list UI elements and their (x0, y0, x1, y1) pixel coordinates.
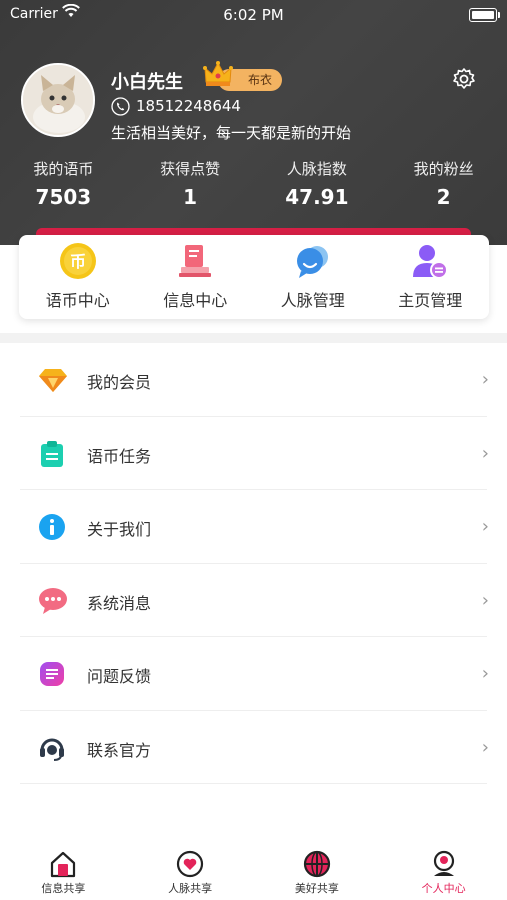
heart-icon (176, 850, 204, 878)
globe-icon (303, 850, 331, 878)
stat-label: 我的语币 (33, 160, 94, 178)
clipboard-icon (38, 440, 66, 468)
menu-item-label: 语币任务 (87, 446, 152, 466)
menu-item-label: 问题反馈 (87, 667, 152, 686)
status-bar: Carrier 6:02 PM (0, 0, 507, 30)
menu-item-contact-official[interactable]: 联系官方 › (0, 711, 507, 784)
tab-network-share[interactable]: 人脉共享 (127, 844, 254, 900)
stats-row: 我的语币 7503 获得点赞 1 人脉指数 47.91 我的粉丝 2 (0, 158, 507, 209)
stat-label: 人脉指数 (286, 160, 347, 178)
chevron-right-icon: › (481, 442, 489, 464)
tab-beauty-share[interactable]: 美好共享 (254, 844, 381, 900)
profile-manage-icon (410, 241, 450, 281)
feedback-icon (38, 660, 66, 688)
chevron-right-icon: › (481, 663, 489, 684)
bottom-tab-bar: 信息共享 人脉共享 美好共享 个人中心 (0, 844, 507, 900)
user-motto: 生活相当美好，每一天都是新的开始 (111, 124, 352, 142)
menu-item-label: 联系官方 (87, 740, 152, 760)
stat-value: 2 (436, 185, 451, 209)
headset-icon (38, 734, 66, 762)
stat-label: 获得点赞 (160, 160, 221, 178)
stat-label: 我的粉丝 (413, 160, 474, 178)
row-divider (20, 783, 487, 784)
tab-label: 美好共享 (294, 882, 339, 895)
quick-action-info-center[interactable]: 信息中心 (137, 235, 255, 319)
chevron-right-icon: › (481, 369, 489, 390)
tab-personal-center[interactable]: 个人中心 (380, 844, 507, 900)
stat-value: 47.91 (285, 185, 349, 209)
stat-value: 1 (183, 185, 198, 209)
chevron-right-icon: › (481, 516, 489, 537)
person-icon (430, 850, 458, 878)
quick-action-contacts[interactable]: 人脉管理 (254, 235, 372, 319)
phone-number: 18512248644 (136, 97, 241, 115)
stat-likes[interactable]: 获得点赞 1 (127, 158, 254, 209)
battery-icon (469, 8, 500, 22)
menu-item-system-messages[interactable]: 系统消息 › (0, 564, 507, 637)
avatar[interactable] (21, 63, 95, 137)
section-divider (0, 333, 507, 343)
quick-action-label: 人脉管理 (280, 291, 345, 310)
status-time: 6:02 PM (223, 6, 284, 24)
tab-label: 人脉共享 (168, 882, 213, 895)
info-stamp-icon (175, 241, 215, 281)
menu-item-label: 关于我们 (87, 520, 152, 539)
tab-label: 个人中心 (421, 882, 466, 895)
profile-header: Carrier 6:02 PM 小白先生 布衣 18512248644 生活相当… (0, 0, 507, 245)
quick-action-label: 信息中心 (163, 291, 228, 310)
home-icon (49, 850, 77, 878)
contacts-icon (293, 241, 333, 281)
stat-value: 7503 (35, 185, 92, 209)
settings-menu: 我的会员 › 语币任务 › 关于我们 › 系统消息 › 问题反馈 › 联系官方 … (0, 343, 507, 784)
user-name: 小白先生 (111, 72, 183, 93)
crown-icon (203, 60, 233, 92)
chevron-right-icon: › (481, 589, 489, 611)
chat-bubble-icon (38, 587, 67, 615)
coin-icon: 币 (58, 241, 98, 281)
menu-item-membership[interactable]: 我的会员 › (0, 343, 507, 417)
chevron-right-icon: › (481, 736, 489, 758)
menu-item-label: 系统消息 (87, 593, 152, 613)
quick-actions-card: 币 语币中心 信息中心 人脉管理 主页管理 (19, 235, 489, 319)
stat-fans[interactable]: 我的粉丝 2 (380, 158, 507, 209)
menu-item-label: 我的会员 (87, 373, 152, 392)
menu-item-about-us[interactable]: 关于我们 › (0, 490, 507, 564)
quick-action-label: 语币中心 (45, 291, 110, 310)
svg-text:币: 币 (70, 252, 86, 271)
quick-action-label: 主页管理 (398, 291, 463, 310)
quick-action-coin-center[interactable]: 币 语币中心 (19, 235, 137, 319)
stat-network-index[interactable]: 人脉指数 47.91 (254, 158, 381, 209)
tab-info-share[interactable]: 信息共享 (0, 844, 127, 900)
menu-item-coin-tasks[interactable]: 语币任务 › (0, 417, 507, 490)
menu-item-feedback[interactable]: 问题反馈 › (0, 637, 507, 711)
diamond-icon (38, 366, 67, 394)
info-icon (38, 513, 66, 541)
phone-icon (111, 97, 130, 120)
stat-coins[interactable]: 我的语币 7503 (0, 158, 127, 209)
gear-icon[interactable] (452, 67, 476, 95)
tab-label: 信息共享 (41, 882, 86, 895)
quick-action-profile-manage[interactable]: 主页管理 (372, 235, 490, 319)
